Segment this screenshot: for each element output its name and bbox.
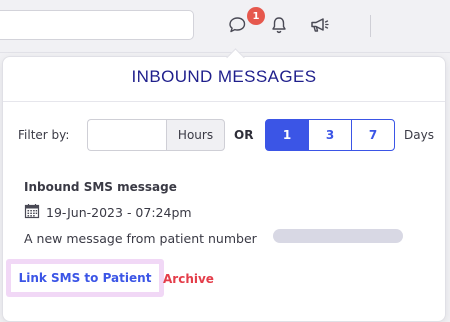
days-label: Days	[404, 128, 434, 142]
archive-button[interactable]: Archive	[163, 272, 214, 286]
toolbar-divider	[370, 15, 371, 37]
message-title: Inbound SMS message	[24, 180, 177, 194]
bell-icon[interactable]	[268, 14, 290, 36]
day-option-3-button[interactable]: 3	[308, 119, 352, 151]
chat-bubble-icon[interactable]	[226, 14, 248, 36]
filter-label: Filter by:	[18, 128, 70, 142]
message-date: 19-Jun-2023 - 07:24pm	[46, 205, 192, 220]
header-divider	[0, 52, 450, 53]
search-input[interactable]	[0, 10, 194, 40]
redacted-phone-number	[273, 229, 403, 243]
link-sms-to-patient-button[interactable]: Link SMS to Patient	[11, 264, 159, 292]
top-bar: 1	[0, 0, 450, 52]
megaphone-icon[interactable]	[309, 14, 331, 36]
calendar-icon	[24, 203, 40, 219]
day-option-1-button[interactable]: 1	[265, 119, 309, 151]
day-option-7-button[interactable]: 7	[351, 119, 395, 151]
panel-divider	[3, 101, 445, 102]
or-label: OR	[234, 128, 254, 142]
message-text: A new message from patient number	[24, 231, 257, 246]
hours-unit-label: Hours	[166, 119, 225, 151]
inbound-messages-panel: INBOUND MESSAGES Filter by: Hours OR 1 3…	[2, 56, 446, 322]
hours-input[interactable]	[87, 119, 167, 151]
notification-badge: 1	[247, 7, 265, 25]
panel-title: INBOUND MESSAGES	[131, 67, 317, 86]
